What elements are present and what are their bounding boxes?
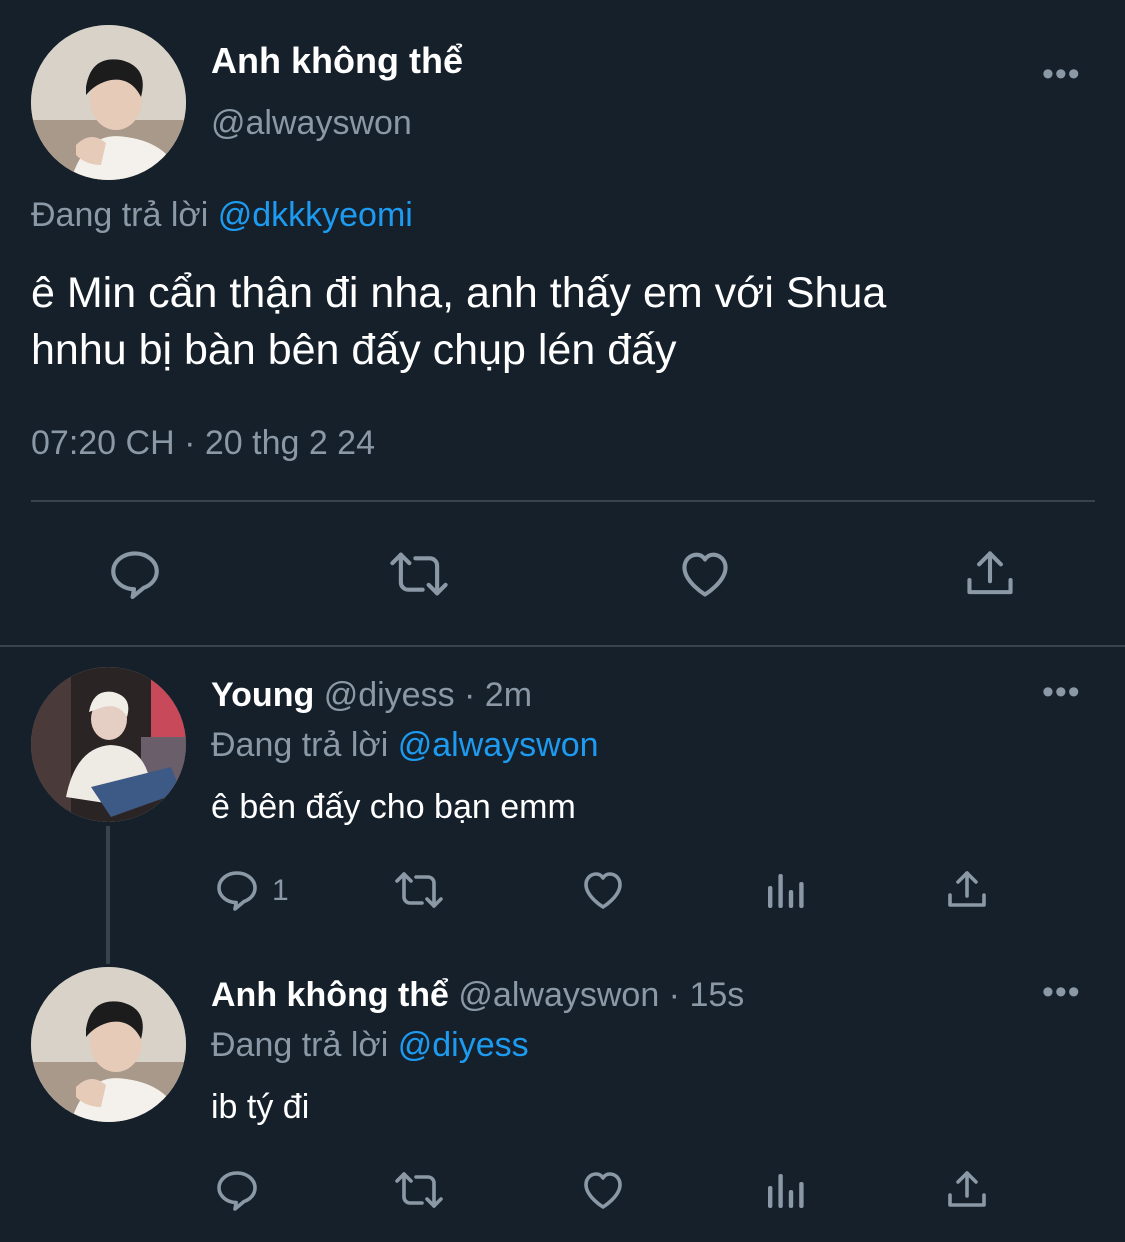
reply1-replying-prefix: Đang trả lời [211, 726, 389, 764]
main-avatar[interactable] [31, 25, 186, 180]
reply1-handle-time[interactable]: @diyess · 2m [324, 676, 532, 714]
main-replying-prefix: Đang trả lời [31, 196, 209, 234]
reply2-display-name[interactable]: Anh không thể [211, 976, 449, 1014]
reply1-avatar[interactable] [31, 667, 186, 822]
main-timestamp[interactable]: 07:20 CH · 20 thg 2 24 [31, 424, 375, 463]
reply1-retweet-icon[interactable] [392, 866, 446, 914]
reply1-replying-mention[interactable]: @alwayswon [398, 726, 599, 764]
reply1-reply-count: 1 [272, 874, 289, 907]
main-replying-line: Đang trả lời @dkkkyeomi [31, 196, 413, 235]
section-divider [0, 645, 1125, 647]
reply2-retweet-icon[interactable] [392, 1166, 446, 1214]
reply1-text: ê bên đấy cho bạn emm [211, 788, 576, 826]
main-handle[interactable]: @alwayswon [211, 104, 412, 143]
reply2-share-icon[interactable] [943, 1166, 991, 1214]
reply2-like-icon[interactable] [579, 1166, 627, 1214]
retweet-icon[interactable] [387, 545, 451, 603]
reply1-share-icon[interactable] [943, 866, 991, 914]
reply1-display-name[interactable]: Young [211, 676, 314, 714]
main-display-name[interactable]: Anh không thể [211, 40, 463, 82]
reply2-handle-time[interactable]: @alwayswon · 15s [458, 976, 744, 1014]
reply-icon[interactable] [106, 545, 164, 603]
main-tweet-text-line1: ê Min cẩn thận đi nha, anh thấy em với S… [31, 269, 887, 317]
like-icon[interactable] [676, 545, 734, 603]
reply1-replying-line: Đang trả lời @alwayswon [211, 726, 599, 765]
reply1-analytics-icon[interactable] [762, 866, 810, 914]
reply1-more-icon[interactable]: ••• [1042, 675, 1081, 709]
reply2-header: Anh không thể @alwayswon · 15s [211, 976, 744, 1015]
reply2-replying-prefix: Đang trả lời [211, 1026, 389, 1064]
reply2-replying-line: Đang trả lời @diyess [211, 1026, 529, 1065]
reply2-more-icon[interactable]: ••• [1042, 975, 1081, 1009]
main-tweet-text-line2: hnhu bị bàn bên đấy chụp lén đấy [31, 326, 677, 374]
thread-line [106, 826, 110, 964]
reply2-text: ib tý đi [211, 1088, 310, 1126]
main-more-icon[interactable]: ••• [1042, 57, 1081, 91]
reply1-reply-icon[interactable] [213, 866, 261, 914]
reply2-reply-icon[interactable] [213, 1166, 261, 1214]
reply1-header: Young @diyess · 2m [211, 676, 532, 715]
reply2-replying-mention[interactable]: @diyess [398, 1026, 529, 1064]
reply1-like-icon[interactable] [579, 866, 627, 914]
main-divider [31, 500, 1095, 502]
reply2-avatar[interactable] [31, 967, 186, 1122]
main-tweet-text: ê Min cẩn thận đi nha, anh thấy em với S… [31, 265, 886, 379]
share-icon[interactable] [961, 545, 1019, 603]
main-replying-mention[interactable]: @dkkkyeomi [218, 196, 413, 234]
reply2-analytics-icon[interactable] [762, 1166, 810, 1214]
